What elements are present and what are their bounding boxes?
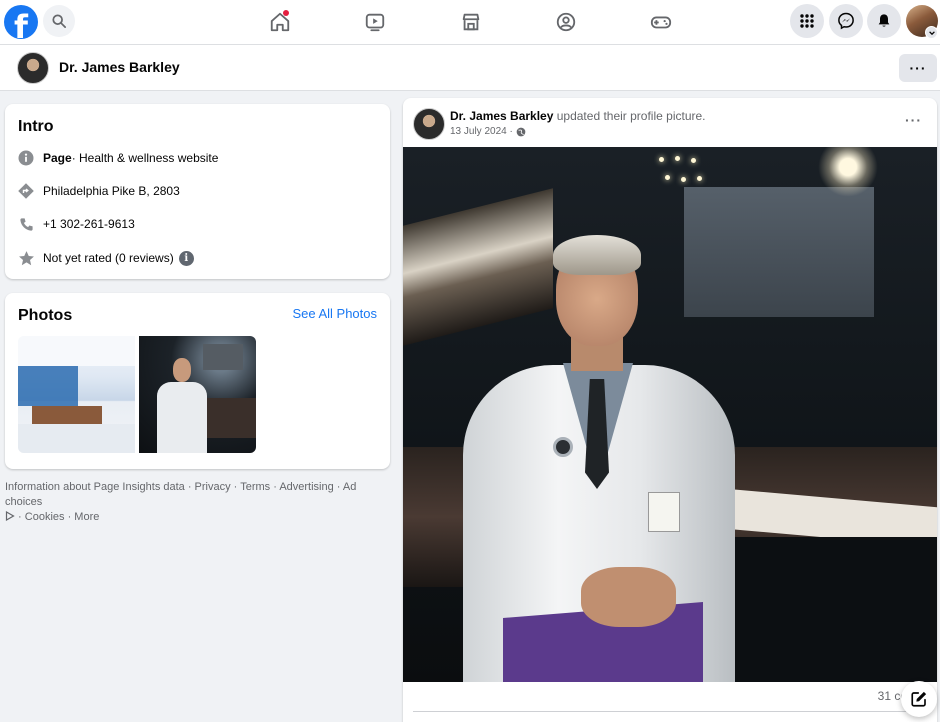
menu-grid-icon xyxy=(800,14,814,28)
video-icon xyxy=(365,13,385,32)
home-tab[interactable] xyxy=(266,8,294,36)
post-author-name[interactable]: Dr. James Barkley xyxy=(450,109,553,123)
notification-dot xyxy=(283,10,289,16)
post-author-avatar[interactable] xyxy=(413,108,445,140)
marketplace-tab[interactable] xyxy=(457,8,485,36)
post-header-line: Dr. James Barkley updated their profile … xyxy=(450,109,706,123)
post-meta: 13 July 2024 · xyxy=(450,126,526,137)
post-divider xyxy=(413,711,927,712)
notifications-icon xyxy=(878,14,890,27)
intro-address: Philadelphia Pike B, 2803 xyxy=(17,181,180,201)
intro-rating: Not yet rated (0 reviews) i xyxy=(17,248,194,268)
gaming-icon xyxy=(650,16,672,29)
facebook-logo[interactable]: f xyxy=(4,5,38,39)
new-message-button[interactable] xyxy=(901,681,937,717)
post-action-text: updated their profile picture. xyxy=(553,109,706,123)
video-tab[interactable] xyxy=(361,8,389,36)
page-name[interactable]: Dr. James Barkley xyxy=(59,59,180,75)
directions-icon xyxy=(17,182,35,200)
intro-phone: +1 302-261-9613 xyxy=(17,214,135,234)
menu-button[interactable] xyxy=(790,4,824,38)
phone-icon xyxy=(17,215,35,233)
post-more-button[interactable]: ··· xyxy=(905,112,922,128)
page-avatar[interactable] xyxy=(17,52,49,84)
see-all-photos-link[interactable]: See All Photos xyxy=(292,306,377,321)
photo-thumbnail-doctor[interactable] xyxy=(139,336,256,453)
page-label: Page xyxy=(43,151,72,165)
intro-title: Intro xyxy=(18,118,54,135)
rating-info-icon[interactable]: i xyxy=(178,250,194,266)
footer-links: Information about Page Insights data · P… xyxy=(5,480,390,525)
star-icon xyxy=(17,249,35,267)
search-button[interactable] xyxy=(43,5,75,37)
post-card: Dr. James Barkley updated their profile … xyxy=(403,98,937,722)
footer-line-1[interactable]: Information about Page Insights data · P… xyxy=(5,480,390,510)
photos-title: Photos xyxy=(18,307,73,324)
post-photo[interactable] xyxy=(403,147,937,682)
photos-card: Photos See All Photos xyxy=(5,293,390,469)
post-date[interactable]: 13 July 2024 · xyxy=(450,126,513,137)
notifications-button[interactable] xyxy=(867,4,901,38)
ad-choices-icon[interactable] xyxy=(5,510,15,522)
messenger-icon xyxy=(838,12,854,30)
top-navigation: f xyxy=(0,0,940,45)
search-icon xyxy=(52,14,66,28)
address-text[interactable]: Philadelphia Pike B, 2803 xyxy=(43,184,180,198)
intro-page-category: Page · Health & wellness website xyxy=(17,148,218,168)
info-icon xyxy=(17,149,35,167)
rating-text: Not yet rated (0 reviews) xyxy=(43,251,174,265)
page-header: Dr. James Barkley ··· xyxy=(0,45,940,91)
footer-line-2-text[interactable]: · Cookies · More xyxy=(15,511,99,523)
globe-icon xyxy=(516,127,526,136)
page-category: · Health & wellness website xyxy=(71,151,219,165)
photo-thumbnail-clinic[interactable] xyxy=(18,336,135,453)
messenger-button[interactable] xyxy=(829,4,863,38)
gaming-tab[interactable] xyxy=(647,8,675,36)
page-more-button[interactable]: ··· xyxy=(899,54,937,82)
phone-text[interactable]: +1 302-261-9613 xyxy=(43,217,135,231)
post-stats: 31 comm xyxy=(403,682,937,712)
intro-card: Intro Page · Health & wellness website P… xyxy=(5,104,390,279)
marketplace-icon xyxy=(462,13,480,31)
chevron-down-icon[interactable] xyxy=(925,26,938,39)
footer-line-2: · Cookies · More xyxy=(5,510,390,525)
compose-icon xyxy=(911,691,927,707)
groups-icon xyxy=(556,12,576,32)
facebook-logo-letter: f xyxy=(14,8,28,39)
groups-tab[interactable] xyxy=(552,8,580,36)
